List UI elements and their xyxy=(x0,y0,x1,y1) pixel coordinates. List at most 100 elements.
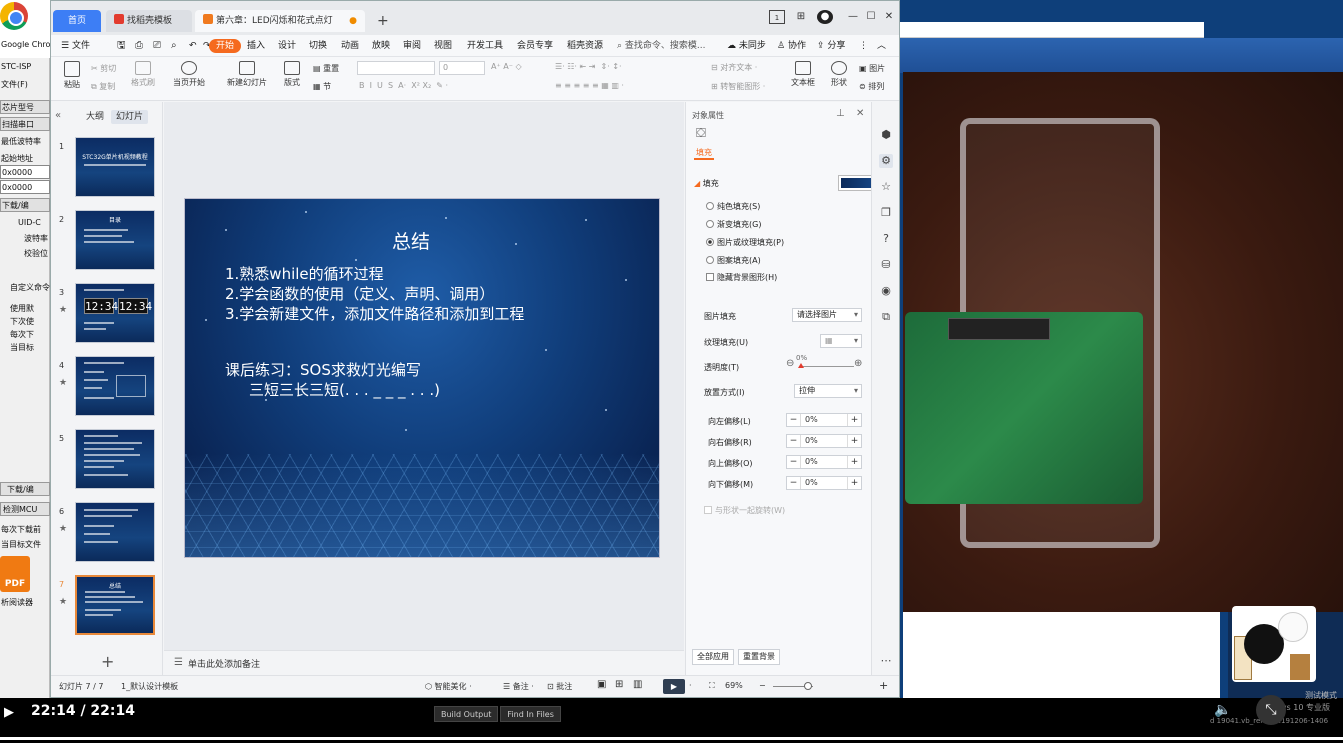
slideshow-play-icon[interactable]: ▶ xyxy=(663,679,685,694)
exit-fullscreen-icon[interactable]: ⤡ xyxy=(1256,695,1286,725)
arrange-button[interactable]: ⊜ 排列 xyxy=(859,81,884,92)
video-progress-bar[interactable] xyxy=(0,737,1343,740)
slide-exercise-1[interactable]: 课后练习：SOS求救灯光编写 xyxy=(225,359,421,380)
slide-thumbnail-1[interactable]: STC32G单片机视频教程 xyxy=(75,137,155,197)
menu-member[interactable]: 会员专享 xyxy=(517,35,553,57)
slide-thumbnail-5[interactable] xyxy=(75,429,155,489)
design-icon[interactable]: ⬢ xyxy=(879,128,893,142)
cut-button[interactable]: ✂ 剪切 xyxy=(91,63,116,74)
volume-icon[interactable]: 🔈 xyxy=(1214,702,1231,718)
align-icons[interactable]: ≡ ≡ ≡ ≡ ≡ ▦ ▥ · xyxy=(555,81,624,90)
slide-thumbnail-2[interactable]: 目录 xyxy=(75,210,155,270)
stc-menu-file[interactable]: 文件(F) xyxy=(0,78,50,92)
more-tools-icon[interactable]: ⋯ xyxy=(879,654,893,668)
picture-fill-select[interactable]: 请选择图片 xyxy=(792,308,862,322)
radio-pattern[interactable] xyxy=(706,256,714,264)
format-painter-button[interactable]: 格式刷 xyxy=(129,61,157,88)
transparency-plus-icon[interactable]: ⊕ xyxy=(854,358,862,369)
user-avatar[interactable]: ● xyxy=(817,10,833,24)
menu-transition[interactable]: 切换 xyxy=(309,35,327,57)
slide-thumbnail-4[interactable] xyxy=(75,356,155,416)
section-button[interactable]: ▦ 节 xyxy=(313,81,331,92)
help-icon[interactable]: ? xyxy=(879,232,893,246)
share-button[interactable]: ⇪ 分享 xyxy=(817,35,845,57)
stc-chip-model[interactable]: 芯片型号 xyxy=(0,100,50,114)
undo-icon[interactable]: ↶ xyxy=(189,35,197,57)
slide-bullet-1[interactable]: 1.熟悉while的循环过程 xyxy=(225,263,384,284)
notes-toggle-button[interactable]: ☰ 备注 · xyxy=(503,681,534,692)
rotate-with-shape[interactable]: 与形状一起旋转(W) xyxy=(704,505,785,516)
panel-close-icon[interactable]: ✕ xyxy=(856,108,864,119)
maximize-icon[interactable]: ☐ xyxy=(863,10,879,24)
radio-gradient[interactable] xyxy=(706,220,714,228)
tab-home[interactable]: 首页 xyxy=(53,10,101,32)
reset-background-button[interactable]: 重置背景 xyxy=(738,649,780,665)
hide-background-graphics[interactable]: 隐藏背景图形(H) xyxy=(706,272,777,283)
pdf-reader-icon[interactable]: PDF xyxy=(0,556,30,592)
tab-outline[interactable]: 大纲 xyxy=(81,110,109,124)
stc-detect-mcu-button[interactable]: 检测MCU xyxy=(0,502,50,516)
fill-option-solid[interactable]: 纯色填充(S) xyxy=(706,201,760,212)
add-slide-button[interactable]: + xyxy=(101,652,114,671)
transparency-slider[interactable] xyxy=(800,366,854,367)
print-icon[interactable]: ⎚ xyxy=(153,35,161,57)
fill-option-gradient[interactable]: 渐变填充(G) xyxy=(706,219,761,230)
fill-option-pattern[interactable]: 图案填充(A) xyxy=(706,255,761,266)
tab-template[interactable]: 找稻壳模板 xyxy=(106,10,192,32)
stc-scan-port[interactable]: 扫描串口 xyxy=(0,117,50,131)
offset-left-stepper[interactable]: −0% + xyxy=(786,413,862,427)
transparency-minus-icon[interactable]: ⊖ xyxy=(786,358,794,369)
radio-picture[interactable] xyxy=(706,238,714,246)
slide-thumbnail-6[interactable] xyxy=(75,502,155,562)
minimize-icon[interactable]: — xyxy=(845,10,861,24)
zoom-out-icon[interactable]: − xyxy=(759,681,766,690)
stc-check-1[interactable]: 使用默 xyxy=(0,302,50,316)
picture-button[interactable]: ▣ 图片 xyxy=(859,63,885,74)
close-icon[interactable]: ✕ xyxy=(881,10,897,24)
menu-design[interactable]: 设计 xyxy=(278,35,296,57)
command-search[interactable]: ⌕ 查找命令、搜索模... xyxy=(617,35,706,57)
smart-shape-button[interactable]: ⊞ 转智能图形 · xyxy=(711,81,765,92)
align-text-button[interactable]: ⊟ 对齐文本 · xyxy=(711,62,757,73)
shape-button[interactable]: 形状 xyxy=(825,61,853,88)
section-fill[interactable]: ◢ 填充 xyxy=(694,178,719,189)
slide-canvas[interactable]: 总结 1.熟悉while的循环过程 2.学会函数的使用（定义、声明、调用） 3.… xyxy=(184,198,660,558)
more-icon[interactable]: ⋮ xyxy=(859,35,868,57)
checkbox-hide-bg[interactable] xyxy=(706,273,714,281)
transparency-slider-knob[interactable] xyxy=(798,363,804,368)
stc-download-button[interactable]: 下载/编 xyxy=(0,482,50,496)
backup-icon[interactable]: ⛁ xyxy=(879,258,893,272)
export-pdf-icon[interactable]: ⎙ xyxy=(135,35,143,57)
comments-button[interactable]: ⊡ 批注 xyxy=(547,681,572,692)
list-icons[interactable]: ☰· ☷· ⇤ ⇥ ⇕· ↕· xyxy=(555,62,622,71)
menu-docer[interactable]: 稻壳资源 xyxy=(567,35,603,57)
menu-review[interactable]: 审阅 xyxy=(403,35,421,57)
slide-bullet-3[interactable]: 3.学会新建文件，添加文件路径和添加到工程 xyxy=(225,303,524,324)
font-style-icons[interactable]: B I U S A· X² X₂ ✎ · xyxy=(359,81,448,90)
fill-option-picture[interactable]: 图片或纹理填充(P) xyxy=(706,237,784,248)
texture-fill-select[interactable]: ▦ xyxy=(820,334,862,348)
menu-slideshow[interactable]: 放映 xyxy=(372,35,390,57)
new-tab-icon[interactable]: + xyxy=(377,12,389,30)
zoom-slider-knob[interactable] xyxy=(804,682,812,690)
offset-left-value[interactable]: 0% xyxy=(805,414,818,426)
play-options-icon[interactable]: · xyxy=(689,681,692,690)
minus-icon[interactable]: − xyxy=(787,435,801,447)
plus-icon[interactable]: + xyxy=(847,414,861,426)
menu-animation[interactable]: 动画 xyxy=(341,35,359,57)
reset-button[interactable]: ▤ 重置 xyxy=(313,63,339,74)
tab-document[interactable]: 第六章：LED闪烁和花式点灯 ● xyxy=(195,10,365,32)
font-size-select[interactable]: 0 xyxy=(439,61,485,75)
slide-title[interactable]: 总结 xyxy=(185,227,637,254)
animation-icon[interactable]: ☆ xyxy=(879,180,893,194)
layout-button[interactable]: 版式 xyxy=(279,61,305,88)
layers-icon[interactable]: ❐ xyxy=(879,206,893,220)
ide-tab-build-output[interactable]: Build Output xyxy=(434,706,499,722)
apply-all-button[interactable]: 全部应用 xyxy=(692,649,734,665)
sorter-view-icon[interactable]: ⊞ xyxy=(615,679,623,690)
ide-tab-find-in-files[interactable]: Find In Files xyxy=(500,706,561,722)
placement-select[interactable]: 拉伸 xyxy=(794,384,862,398)
pin-icon[interactable]: ⊥ xyxy=(836,108,845,119)
new-slide-button[interactable]: 新建幻灯片 xyxy=(223,61,271,88)
theme-name[interactable]: 1_默认设计模板 xyxy=(121,681,178,692)
